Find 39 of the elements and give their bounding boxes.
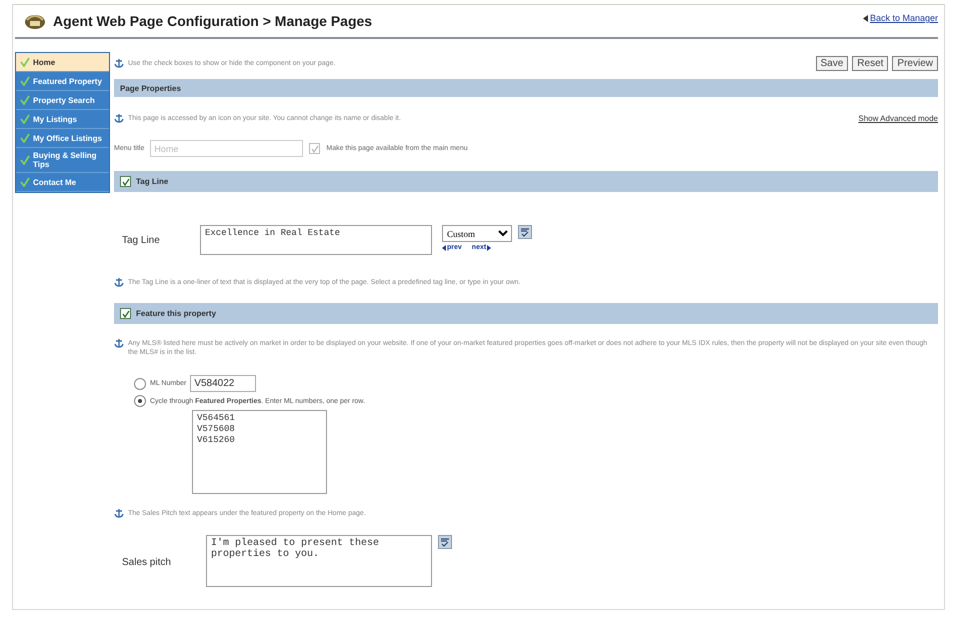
radio-button[interactable] [134,395,146,407]
section-title: Feature this property [136,309,216,318]
anchor-icon [114,338,124,348]
sidebar-item[interactable]: My Office Listings [16,129,109,148]
triangle-icon [442,244,446,250]
anchor-icon [114,58,124,68]
back-link[interactable]: Back to Manager [862,13,938,23]
preset-dropdown[interactable]: Custom [442,225,512,242]
triangle-icon [487,244,492,250]
anchor-icon [114,508,124,518]
anchor-icon [114,277,124,287]
sidebar-item[interactable]: My Listings [16,110,109,129]
checkmark-icon [20,177,30,187]
action-button[interactable]: Save [816,56,848,70]
page-title: Agent Web Page Configuration > Manage Pages [53,13,374,29]
ml-number-field[interactable]: V584022 [190,375,256,392]
anchor-icon [114,113,124,123]
section-title: Page Properties [120,84,181,92]
triangle-icon [862,14,868,22]
advanced-mode-link[interactable]: Show Advanced mode [858,114,938,122]
action-button[interactable]: Reset [852,56,888,70]
tag-line-field[interactable]: Excellence in Real Estate [200,225,432,255]
sidebar-item[interactable]: Property Search [16,91,109,110]
sidebar-item[interactable]: Buying & Selling Tips [16,148,109,173]
section-title: Tag Line [136,177,168,186]
sidebar-item[interactable]: Home [16,53,109,72]
checkbox[interactable] [120,308,131,319]
spellcheck-icon [518,225,532,239]
field-label: Sales pitch [122,557,172,568]
spellcheck-icon [438,535,452,549]
checkbox[interactable] [120,176,131,187]
radio-button[interactable] [134,378,146,390]
ml-list-field[interactable]: V564561 V575608 V615260 [192,410,327,494]
checkmark-icon [20,155,30,165]
action-button[interactable]: Preview [892,56,938,70]
sales-pitch-field[interactable]: I'm pleased to present these properties to you. [206,535,432,587]
sidebar-item[interactable]: Contact Me [16,173,109,192]
field-label: Tag Line [122,235,161,246]
sidebar-item[interactable]: Featured Property [16,72,109,91]
